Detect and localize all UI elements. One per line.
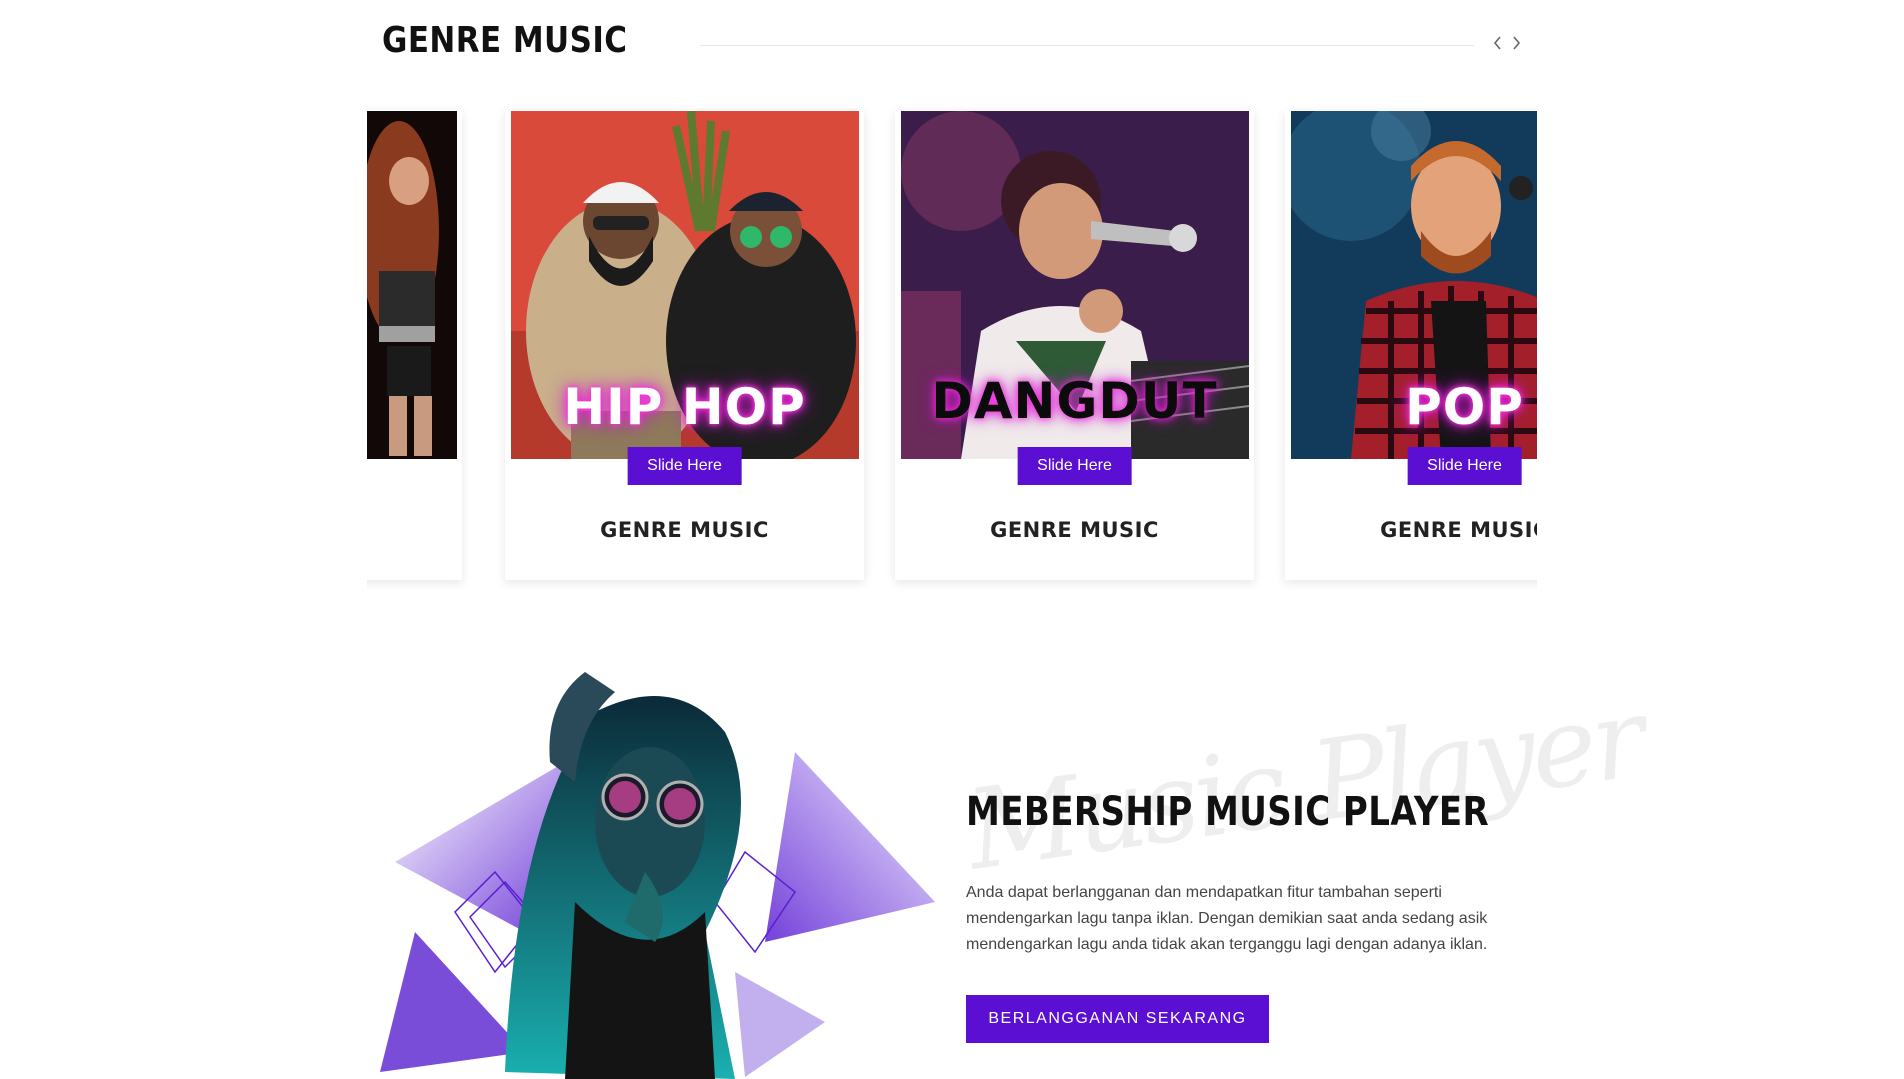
script-watermark: Music Player	[959, 673, 1649, 895]
hero-illustration	[375, 672, 950, 1079]
genre-card-dangdut[interactable]: DANGDUT Slide Here GENRE MUSIC	[895, 110, 1254, 580]
card-image	[367, 111, 457, 459]
genre-card-pop[interactable]: POP Slide Here GENRE MUSIC	[1285, 110, 1537, 580]
genre-card-hiphop[interactable]: HIP HOP Slide Here GENRE MUSIC	[505, 110, 864, 580]
slide-here-button[interactable]: Slide Here	[1407, 447, 1522, 485]
subscribe-button[interactable]: BERLANGGANAN SEKARANG	[966, 995, 1269, 1043]
genre-card-partial[interactable]	[367, 110, 462, 580]
section-title: GENRE MUSIC	[382, 20, 628, 61]
membership-description: Anda dapat berlangganan dan mendapatkan …	[966, 884, 1488, 953]
slide-here-button[interactable]: Slide Here	[627, 447, 742, 485]
genre-label: POP	[1405, 378, 1524, 436]
membership-title: MEBERSHIP MUSIC PLAYER	[966, 789, 1490, 835]
card-caption: GENRE MUSIC	[1380, 518, 1537, 542]
carousel-nav	[1491, 34, 1523, 52]
card-caption: GENRE MUSIC	[990, 518, 1159, 542]
genre-label: DANGDUT	[931, 372, 1218, 430]
chevron-right-icon[interactable]	[1509, 34, 1523, 52]
genre-label: HIP HOP	[563, 378, 806, 436]
card-caption: GENRE MUSIC	[600, 518, 769, 542]
genre-carousel[interactable]: HIP HOP Slide Here GENRE MUSIC DANGDUT S…	[367, 100, 1537, 600]
slide-here-button[interactable]: Slide Here	[1017, 447, 1132, 485]
chevron-left-icon[interactable]	[1491, 34, 1505, 52]
title-divider	[700, 45, 1474, 46]
